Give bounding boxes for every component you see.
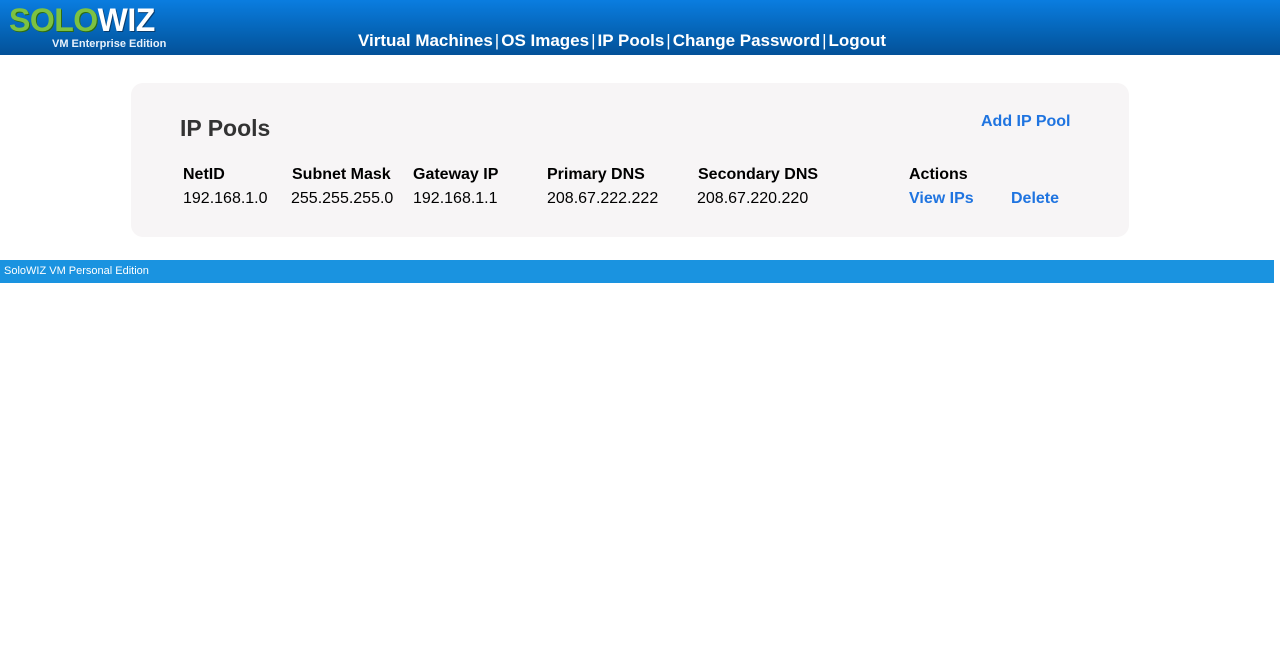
ip-pools-panel: IP Pools Add IP Pool NetID Subnet Mask G…: [131, 83, 1129, 237]
column-header-secondary-dns: Secondary DNS: [698, 166, 819, 183]
cell-secondary-dns: 208.67.220.220: [697, 190, 809, 207]
nav-separator: |: [666, 31, 671, 50]
nav-ip-pools[interactable]: IP Pools: [598, 31, 665, 50]
cell-primary-dns: 208.67.222.222: [547, 190, 659, 207]
main-nav: Virtual Machines | OS Images | IP Pools | Chan…: [358, 31, 886, 51]
logo-part-solo: SOLO: [9, 2, 98, 38]
cell-gateway-ip: 192.168.1.1: [413, 190, 498, 207]
column-header-primary-dns: Primary DNS: [547, 166, 645, 183]
nav-separator: |: [494, 31, 500, 50]
logo-edition: VM Enterprise Edition: [52, 38, 167, 50]
column-header-actions: Actions: [909, 166, 968, 183]
column-header-netid: NetID: [183, 166, 225, 183]
column-header-subnet-mask: Subnet Mask: [292, 166, 391, 183]
logo-part-wiz: WIZ: [97, 2, 156, 38]
nav-separator: |: [591, 31, 596, 50]
nav-virtual-machines[interactable]: Virtual Machines: [358, 31, 493, 50]
view-ips-link[interactable]: View IPs: [909, 190, 974, 208]
delete-link[interactable]: Delete: [1011, 190, 1059, 208]
nav-separator: |: [822, 31, 827, 50]
footer-bar: SoloWIZ VM Personal Edition: [0, 260, 1274, 283]
solowiz-logo[interactable]: SOLOWIZ VM Enterprise Edition: [9, 3, 174, 51]
nav-os-images[interactable]: OS Images: [501, 31, 589, 50]
top-header: SOLOWIZ VM Enterprise Edition Virtual Ma…: [0, 0, 1280, 55]
cell-netid: 192.168.1.0: [183, 190, 268, 207]
column-header-gateway-ip: Gateway IP: [413, 166, 499, 183]
cell-subnet-mask: 255.255.255.0: [291, 190, 394, 207]
nav-change-password[interactable]: Change Password: [673, 31, 820, 50]
footer-text: SoloWIZ VM Personal Edition: [4, 265, 149, 277]
page-title: IP Pools: [180, 115, 271, 141]
add-ip-pool-link[interactable]: Add IP Pool: [981, 113, 1070, 131]
nav-logout[interactable]: Logout: [829, 31, 887, 50]
logo-wordmark: SOLOWIZ: [9, 3, 155, 37]
